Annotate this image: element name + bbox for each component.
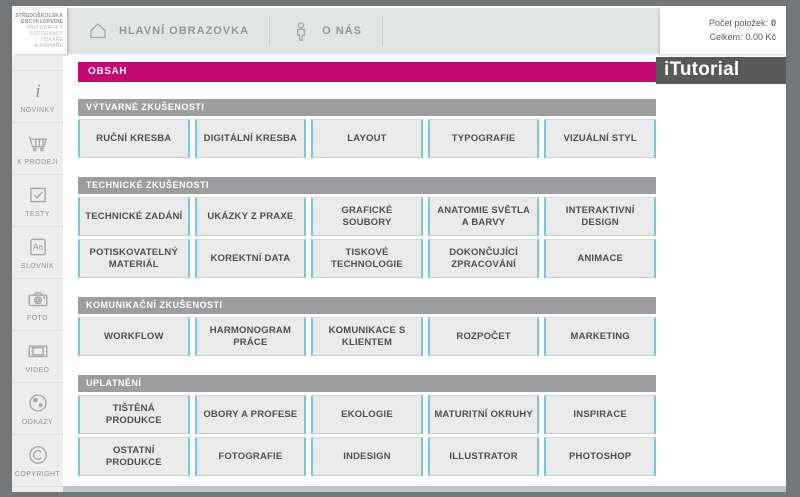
- topic-button-animace[interactable]: ANIMACE: [544, 239, 656, 278]
- cart-summary: Počet položek: 0 Celkem: 0.00 Kč: [660, 8, 786, 54]
- section-header: TECHNICKÉ ZKUŠENOSTI: [78, 177, 656, 194]
- content-section: VÝTVARNÉ ZKUŠENOSTI RUČNÍ KRESBA DIGITÁLNÍ…: [78, 99, 656, 158]
- copyright-icon: [26, 443, 50, 467]
- button-row: WORKFLOW HARMONOGRAM PRÁCE KOMUNIKACE S KL…: [78, 317, 656, 356]
- sidebar-item-label: COPYRIGHT: [14, 471, 61, 478]
- video-icon: [26, 339, 50, 363]
- topic-button-tiskov-technologie[interactable]: TISKOVÉ TECHNOLOGIE: [311, 239, 423, 278]
- button-row: TIŠTĚNÁ PRODUKCE OBORY A PROFESE EKOLOGIE M…: [78, 395, 656, 434]
- sidebar: i NOVINKY K PRODEJI TESTY Aa SLOVNÍK FOTO VIDEO…: [12, 56, 63, 492]
- main-nav: HLAVNÍ OBRAZOVKA O NÁS: [67, 8, 661, 54]
- page-title: OBSAH: [78, 62, 656, 82]
- topic-button-marketing[interactable]: MARKETING: [544, 317, 656, 356]
- sidebar-item-label: ODKAZY: [21, 419, 54, 426]
- sidebar-item-label: SLOVNÍK: [20, 263, 55, 270]
- cart-total-label: Celkem:: [709, 32, 743, 42]
- topic-button-ekologie[interactable]: EKOLOGIE: [311, 395, 423, 434]
- sidebar-item-label: NOVINKY: [20, 107, 55, 114]
- sidebar-item-novinky[interactable]: i NOVINKY: [12, 70, 63, 123]
- topic-button-digit-ln-kresba[interactable]: DIGITÁLNÍ KRESBA: [194, 119, 307, 158]
- dictionary-icon: Aa: [26, 235, 50, 259]
- app-logo: STŘEDOŠKOLSKÁ ENCYKLOPEDIE PRO GRAFIKY FOTO…: [13, 8, 67, 54]
- topic-button-anatomie-sv-tla-a-barvy[interactable]: ANATOMIE SVĚTLA A BARVY: [427, 197, 540, 236]
- nav-item-o-n-s[interactable]: O NÁS: [290, 20, 362, 42]
- topic-button-ru-n-kresba[interactable]: RUČNÍ KRESBA: [78, 119, 190, 158]
- topic-button-ostatn-produkce[interactable]: OSTATNÍ PRODUKCE: [78, 437, 190, 476]
- cart-total-value: 0.00 Kč: [745, 32, 776, 42]
- topic-button-workflow[interactable]: WORKFLOW: [78, 317, 190, 356]
- logo-line: A KNIHAŘE: [34, 43, 63, 49]
- nav-item-label: O NÁS: [322, 25, 362, 37]
- globe-icon: [26, 391, 50, 415]
- content-section: TECHNICKÉ ZKUŠENOSTI TECHNICKÉ ZADÁNÍ UKÁZ…: [78, 177, 656, 278]
- topic-button-korektn-data[interactable]: KOREKTNÍ DATA: [194, 239, 307, 278]
- button-row: POTISKOVATELNÝ MATERIÁL KOREKTNÍ DATA TISK…: [78, 239, 656, 278]
- svg-text:Aa: Aa: [33, 243, 43, 252]
- topic-button-rozpo-et[interactable]: ROZPOČET: [427, 317, 540, 356]
- content-section: KOMUNIKAČNÍ ZKUŠENOSTI WORKFLOW HARMONOGRA…: [78, 297, 656, 356]
- nav-item-hlavn-obrazovka[interactable]: HLAVNÍ OBRAZOVKA: [87, 20, 249, 42]
- sidebar-item-slovn-k[interactable]: Aa SLOVNÍK: [12, 227, 63, 279]
- cart-total-line: Celkem: 0.00 Kč: [660, 30, 776, 44]
- button-row: TECHNICKÉ ZADÁNÍ UKÁZKY Z PRAXE GRAFICKÉ S…: [78, 197, 656, 236]
- topic-button-technick-zad-n-[interactable]: TECHNICKÉ ZADÁNÍ: [78, 197, 190, 236]
- app-window: HLAVNÍ OBRAZOVKA O NÁS STŘEDOŠKOLSKÁ ENCYK…: [12, 6, 786, 492]
- cart-icon: [26, 131, 50, 155]
- topic-button-inspirace[interactable]: INSPIRACE: [544, 395, 656, 434]
- sidebar-item-label: VIDEO: [25, 367, 50, 374]
- sidebar-item-odkazy[interactable]: ODKAZY: [12, 383, 63, 435]
- topic-button-illustrator[interactable]: ILLUSTRATOR: [427, 437, 540, 476]
- sidebar-item-label: FOTO: [27, 315, 48, 322]
- svg-text:i: i: [35, 81, 40, 102]
- top-bar: HLAVNÍ OBRAZOVKA O NÁS STŘEDOŠKOLSKÁ ENCYK…: [12, 6, 786, 56]
- section-header: KOMUNIKAČNÍ ZKUŠENOSTI: [78, 297, 656, 314]
- window-frame: HLAVNÍ OBRAZOVKA O NÁS STŘEDOŠKOLSKÁ ENCYK…: [0, 0, 800, 497]
- footer-strip: [63, 486, 786, 492]
- sidebar-item-label: K PRODEJI: [17, 159, 58, 166]
- cart-count-label: Počet položek:: [708, 18, 768, 28]
- topic-button-ti-t-n-produkce[interactable]: TIŠTĚNÁ PRODUKCE: [78, 395, 190, 434]
- topic-button-indesign[interactable]: INDESIGN: [311, 437, 423, 476]
- topic-button-obory-a-profese[interactable]: OBORY A PROFESE: [194, 395, 307, 434]
- topic-button-potiskovateln-materi-l[interactable]: POTISKOVATELNÝ MATERIÁL: [78, 239, 190, 278]
- topic-button-komunikace-s-klientem[interactable]: KOMUNIKACE S KLIENTEM: [311, 317, 423, 356]
- home-icon: [87, 20, 109, 42]
- topic-button-interaktivn-design[interactable]: INTERAKTIVNÍ DESIGN: [544, 197, 656, 236]
- nav-item-label: HLAVNÍ OBRAZOVKA: [119, 25, 250, 37]
- brand-logo: iTutorial: [656, 57, 786, 84]
- topic-button-fotografie[interactable]: FOTOGRAFIE: [194, 437, 307, 476]
- nav-separator: [269, 16, 271, 46]
- sidebar-item-label: TESTY: [25, 211, 50, 218]
- topic-button-maturitn-okruhy[interactable]: MATURITNÍ OKRUHY: [427, 395, 540, 434]
- topic-button-layout[interactable]: LAYOUT: [311, 119, 423, 158]
- sidebar-item-foto[interactable]: FOTO: [12, 279, 63, 331]
- section-header: UPLATNĚNÍ: [78, 375, 656, 392]
- topic-button-grafick-soubory[interactable]: GRAFICKÉ SOUBORY: [311, 197, 423, 236]
- topic-button-harmonogram-pr-ce[interactable]: HARMONOGRAM PRÁCE: [194, 317, 307, 356]
- section-header: VÝTVARNÉ ZKUŠENOSTI: [78, 99, 656, 116]
- sidebar-item-k-prodeji[interactable]: K PRODEJI: [12, 123, 63, 175]
- person-icon: [290, 20, 312, 42]
- topic-button-uk-zky-z-praxe[interactable]: UKÁZKY Z PRAXE: [194, 197, 307, 236]
- sidebar-item-video[interactable]: VIDEO: [12, 331, 63, 383]
- cart-count-value: 0: [770, 18, 776, 28]
- main-content: OBSAH iTutorial VÝTVARNÉ ZKUŠENOSTI RUČNÍ…: [63, 56, 786, 492]
- sidebar-item-copyright[interactable]: COPYRIGHT: [12, 435, 63, 487]
- button-row: OSTATNÍ PRODUKCE FOTOGRAFIE INDESIGN ILLUST…: [78, 437, 656, 476]
- topic-button-dokon-uj-c-zpracov-n-[interactable]: DOKONČUJÍCÍ ZPRACOVÁNÍ: [427, 239, 540, 278]
- topic-button-typografie[interactable]: TYPOGRAFIE: [427, 119, 540, 158]
- sidebar-item-testy[interactable]: TESTY: [12, 175, 63, 227]
- content-section: UPLATNĚNÍ TIŠTĚNÁ PRODUKCE OBORY A PROFESE…: [78, 375, 656, 476]
- test-icon: [26, 183, 50, 207]
- content-sections: VÝTVARNÉ ZKUŠENOSTI RUČNÍ KRESBA DIGITÁLNÍ…: [78, 99, 656, 495]
- info-icon: i: [26, 79, 50, 103]
- button-row: RUČNÍ KRESBA DIGITÁLNÍ KRESBA LAYOUT TYPOGR…: [78, 119, 656, 158]
- nav-separator: [381, 16, 383, 46]
- topic-button-photoshop[interactable]: PHOTOSHOP: [544, 437, 656, 476]
- cart-count-line: Počet položek: 0: [660, 16, 776, 30]
- topic-button-vizu-ln-styl[interactable]: VIZUÁLNÍ STYL: [544, 119, 656, 158]
- camera-icon: [26, 287, 50, 311]
